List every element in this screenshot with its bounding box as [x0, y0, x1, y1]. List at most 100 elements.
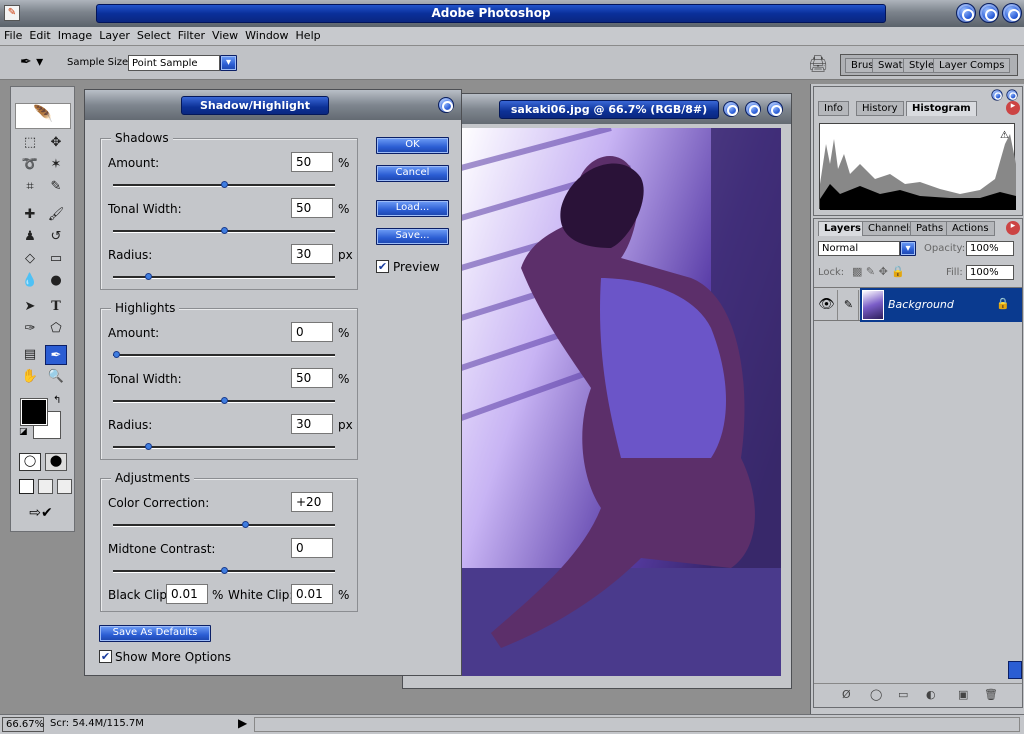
menu-layer[interactable]: Layer	[95, 27, 133, 42]
image-maximize-button[interactable]	[745, 101, 761, 117]
panel-menu-arrow-icon[interactable]: ▸	[1006, 101, 1020, 115]
lock-icons[interactable]: ▩ ✎ ✥ 🔒	[852, 265, 905, 278]
lasso-tool-icon[interactable]: ➰	[19, 155, 41, 175]
shadows-tonal-input[interactable]: 50	[291, 198, 333, 218]
save-button[interactable]: Save...	[376, 228, 449, 245]
menu-window[interactable]: Window	[241, 27, 291, 42]
slider-knob[interactable]	[113, 351, 120, 358]
blend-mode-dropdown-icon[interactable]: ▾	[900, 241, 916, 256]
gradient-tool-icon[interactable]: ▭	[45, 249, 67, 269]
app-icon[interactable]: ✎	[4, 5, 20, 21]
brush-tool-icon[interactable]: 🖌	[45, 205, 67, 225]
menu-filter[interactable]: Filter	[174, 27, 208, 42]
slider-knob[interactable]	[145, 273, 153, 280]
adjustment-layer-icon[interactable]: ◐	[926, 688, 936, 701]
menu-view[interactable]: View	[208, 27, 241, 42]
quick-mask-button[interactable]: ⬤	[45, 453, 67, 471]
layer-row[interactable]: 👁 ✎ Background 🔒	[814, 287, 1022, 322]
screen-mode-full-menu-icon[interactable]	[38, 479, 53, 494]
zoom-tool-icon[interactable]: 🔍	[45, 367, 67, 387]
tab-info[interactable]: Info	[818, 101, 849, 116]
zoom-level-field[interactable]: 66.67%	[2, 717, 44, 732]
navigator-panel-min-button[interactable]	[1006, 89, 1018, 101]
show-more-options-checkbox[interactable]: ✔	[99, 650, 112, 663]
image-minimize-button[interactable]	[723, 101, 739, 117]
new-group-icon[interactable]: ▭	[898, 688, 908, 701]
color-correction-slider[interactable]	[113, 521, 335, 528]
new-layer-icon[interactable]: ▣	[958, 688, 968, 701]
tab-histogram[interactable]: Histogram	[906, 101, 977, 116]
close-button[interactable]	[1002, 3, 1022, 23]
layer-brush-link-icon[interactable]: ✎	[839, 290, 859, 320]
path-selection-tool-icon[interactable]: ➤	[19, 297, 41, 317]
layer-style-icon[interactable]: Ø	[842, 688, 851, 701]
menu-help[interactable]: Help	[292, 27, 324, 42]
move-tool-icon[interactable]: ✥	[45, 133, 67, 153]
blend-mode-select[interactable]: Normal	[818, 241, 900, 256]
sample-size-select[interactable]: Point Sample	[128, 55, 220, 71]
dialog-title-bar[interactable]: Shadow/Highlight	[85, 90, 461, 120]
menu-edit[interactable]: Edit	[25, 27, 53, 42]
hand-tool-icon[interactable]: ✋	[19, 367, 41, 387]
load-button[interactable]: Load...	[376, 200, 449, 217]
panel-menu-arrow-icon[interactable]: ▸	[1006, 221, 1020, 235]
shadows-radius-input[interactable]: 30	[291, 244, 333, 264]
cancel-button[interactable]: Cancel	[376, 165, 449, 182]
midtone-contrast-input[interactable]: 0	[291, 538, 333, 558]
blur-tool-icon[interactable]: 💧	[19, 271, 41, 291]
feather-logo-icon[interactable]: 🪶	[15, 103, 71, 129]
save-as-defaults-button[interactable]: Save As Defaults	[99, 625, 211, 642]
eraser-tool-icon[interactable]: ◇	[19, 249, 41, 269]
tab-paths[interactable]: Paths	[910, 221, 950, 236]
notes-tool-icon[interactable]: ▤	[19, 345, 41, 365]
layer-visibility-eye-icon[interactable]: 👁	[816, 290, 838, 320]
crop-tool-icon[interactable]: ⌗	[19, 177, 41, 197]
menu-select[interactable]: Select	[133, 27, 174, 42]
jump-to-imageready-icon[interactable]: ⇨✔	[19, 505, 63, 525]
sample-size-dropdown-icon[interactable]: ▾	[220, 55, 237, 71]
slider-knob[interactable]	[220, 181, 228, 188]
slider-knob[interactable]	[145, 443, 153, 450]
white-clip-input[interactable]: 0.01	[291, 584, 333, 604]
pen-tool-icon[interactable]: ✑	[19, 319, 41, 339]
fill-input[interactable]: 100%	[966, 265, 1014, 280]
layers-scrollbar[interactable]	[1008, 661, 1022, 679]
slider-knob[interactable]	[242, 521, 249, 528]
midtone-contrast-slider[interactable]	[113, 567, 335, 574]
minimize-button[interactable]	[956, 3, 976, 23]
shadows-amount-input[interactable]: 50	[291, 152, 333, 172]
dodge-tool-icon[interactable]: ●	[45, 271, 67, 291]
shape-tool-icon[interactable]: ⬠	[45, 319, 67, 339]
highlights-amount-input[interactable]: 0	[291, 322, 333, 342]
palette-tab-layer-comps[interactable]: Layer Comps	[933, 58, 1011, 73]
highlights-tonal-input[interactable]: 50	[291, 368, 333, 388]
tab-layers[interactable]: Layers	[818, 221, 867, 236]
slider-knob[interactable]	[220, 227, 228, 234]
menu-file[interactable]: File	[0, 27, 25, 42]
eyedropper-tool-icon[interactable]: ✒	[45, 345, 67, 365]
status-menu-arrow-icon[interactable]: ▶	[238, 716, 247, 730]
swap-colors-icon[interactable]: ↰	[53, 395, 61, 406]
delete-layer-icon[interactable]: 🗑	[984, 688, 998, 701]
shadows-tonal-slider[interactable]	[113, 227, 335, 234]
black-clip-input[interactable]: 0.01	[166, 584, 208, 604]
navigator-panel-close-button[interactable]	[991, 89, 1003, 101]
history-brush-tool-icon[interactable]: ↺	[45, 227, 67, 247]
slider-knob[interactable]	[220, 567, 228, 574]
menu-image[interactable]: Image	[54, 27, 95, 42]
slice-tool-icon[interactable]: ✎	[45, 177, 67, 197]
preview-checkbox[interactable]: ✔	[376, 260, 389, 273]
opacity-input[interactable]: 100%	[966, 241, 1014, 256]
default-colors-icon[interactable]: ◪	[19, 427, 28, 437]
tab-actions[interactable]: Actions	[946, 221, 995, 236]
image-close-button[interactable]	[767, 101, 783, 117]
ok-button[interactable]: OK	[376, 137, 449, 154]
highlights-radius-slider[interactable]	[113, 443, 335, 450]
maximize-button[interactable]	[979, 3, 999, 23]
color-correction-input[interactable]: +20	[291, 492, 333, 512]
dialog-close-button[interactable]	[438, 97, 454, 113]
screen-mode-full-icon[interactable]	[57, 479, 72, 494]
tab-history[interactable]: History	[856, 101, 904, 116]
eyedropper-tool-preset-icon[interactable]: ✒ ▾	[20, 54, 43, 70]
highlights-radius-input[interactable]: 30	[291, 414, 333, 434]
